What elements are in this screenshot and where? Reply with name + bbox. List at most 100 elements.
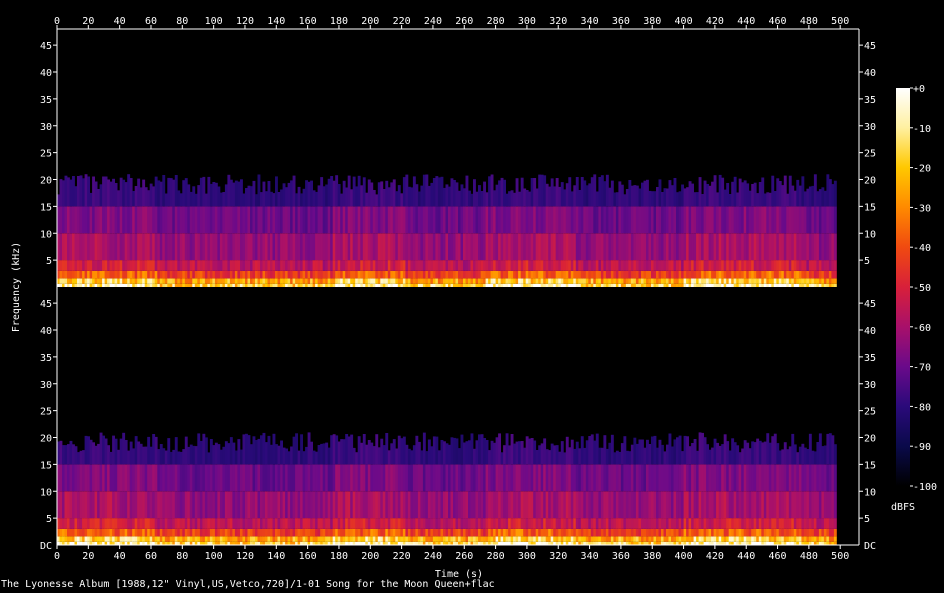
- spectrogram-cell: [450, 437, 454, 465]
- spectrogram-cell: [783, 518, 787, 529]
- spectrogram-cell: [686, 536, 689, 542]
- spectrogram-cell: [833, 206, 837, 234]
- spectrogram-cell: [773, 191, 777, 207]
- spectrogram-cell: [109, 536, 113, 542]
- spectrogram-cell: [159, 444, 163, 465]
- spectrogram-cell: [270, 191, 273, 207]
- spectrogram-cell: [548, 491, 552, 519]
- spectrogram-cell: [87, 464, 90, 492]
- spectrogram-cell: [152, 278, 156, 284]
- spectrogram-cell: [192, 528, 196, 537]
- spectrogram-cell: [661, 233, 664, 261]
- spectrogram-cell: [778, 278, 782, 284]
- spectrogram-cell: [488, 536, 491, 542]
- spectrogram-cell: [570, 206, 574, 234]
- spectrogram-cell: [134, 528, 138, 537]
- spectrogram-cell: [134, 283, 138, 287]
- spectrogram-cell: [242, 193, 246, 207]
- spectrogram-cell: [448, 444, 451, 465]
- spectrogram-cell: [387, 536, 391, 542]
- spectrogram-cell: [277, 445, 281, 465]
- spectrogram-cell: [658, 179, 662, 207]
- spectrogram-cell: [255, 440, 258, 465]
- spectrogram-cell: [828, 536, 832, 542]
- spectrogram-cell: [518, 233, 521, 261]
- spectrogram-cell: [119, 518, 123, 529]
- spectrogram-cell: [525, 283, 529, 287]
- spectrogram-cell: [255, 260, 258, 271]
- spectrogram-cell: [327, 464, 331, 492]
- spectrogram-cell: [691, 536, 694, 542]
- spectrogram-cell: [372, 283, 376, 287]
- spectrogram-cell: [224, 278, 228, 284]
- spectrogram-cell: [598, 177, 602, 207]
- x-tick-label-top: 200: [361, 16, 379, 27]
- spectrogram-cell: [676, 233, 679, 261]
- spectrogram-cell: [317, 283, 321, 287]
- spectrogram-cell: [803, 233, 807, 261]
- spectrogram-cell: [335, 233, 339, 261]
- spectrogram-cell: [127, 233, 131, 261]
- spectrogram-cell: [643, 518, 647, 529]
- spectrogram-cell: [197, 233, 201, 261]
- spectrogram-cell: [287, 283, 291, 287]
- spectrogram-cell: [706, 184, 709, 207]
- spectrogram-cell: [786, 270, 790, 279]
- spectrogram-cell: [505, 283, 509, 287]
- spectrogram-cell: [312, 283, 316, 287]
- spectrogram-cell: [798, 278, 802, 284]
- spectrogram-cell: [229, 179, 233, 207]
- spectrogram-cell: [666, 444, 669, 465]
- spectrogram-cell: [575, 536, 579, 542]
- spectrogram-cell: [94, 233, 98, 261]
- spectrogram-cell: [207, 278, 211, 284]
- spectrogram-cell: [620, 491, 624, 519]
- spectrogram-cell: [395, 206, 399, 234]
- spectrogram-cell: [648, 518, 652, 529]
- spectrogram-cell: [317, 518, 321, 529]
- spectrogram-cell: [696, 270, 699, 279]
- spectrogram-cell: [673, 518, 677, 529]
- spectrogram-cell: [277, 283, 281, 287]
- spectrogram-cell: [493, 464, 496, 492]
- spectrogram-cell: [149, 491, 153, 519]
- spectrogram-cell: [132, 191, 136, 207]
- spectrogram-cell: [109, 270, 113, 279]
- spectrogram-cell: [653, 536, 657, 542]
- spectrogram-cell: [350, 434, 354, 465]
- spectrogram-cell: [347, 233, 351, 261]
- spectrogram-cell: [555, 445, 559, 465]
- spectrogram-cell: [623, 464, 627, 492]
- spectrogram-cell: [92, 233, 95, 261]
- spectrogram-cell: [137, 464, 141, 492]
- spectrogram-cell: [691, 183, 694, 207]
- spectrogram-cell: [460, 278, 464, 284]
- spectrogram-cell: [708, 464, 712, 492]
- spectrogram-cell: [137, 536, 141, 542]
- spectrogram-cell: [367, 260, 371, 271]
- spectrogram-cell: [803, 206, 807, 234]
- spectrogram-cell: [515, 441, 519, 465]
- spectrogram-cell: [548, 270, 552, 279]
- spectrogram-cell: [646, 206, 649, 234]
- spectrogram-cell: [535, 233, 539, 261]
- spectrogram-cell: [455, 528, 459, 537]
- spectrogram-cell: [407, 206, 411, 234]
- spectrogram-cell: [217, 233, 221, 261]
- spectrogram-cell: [214, 260, 218, 271]
- spectrogram-cell: [104, 176, 108, 207]
- spectrogram-cell: [595, 206, 599, 234]
- spectrogram-cell: [114, 491, 118, 519]
- spectrogram-cell: [485, 206, 489, 234]
- spectrogram-cell: [615, 491, 619, 519]
- spectrogram-cell: [144, 233, 148, 261]
- spectrogram-cell: [781, 464, 785, 492]
- spectrogram-cell: [199, 440, 203, 465]
- spectrogram-cell: [247, 260, 251, 271]
- spectrogram-cell: [555, 278, 559, 284]
- spectrogram-cell: [99, 184, 103, 207]
- spectrogram-cell: [833, 260, 837, 271]
- spectrogram-cell: [72, 233, 75, 261]
- spectrogram-cell: [661, 192, 664, 207]
- spectrogram-cell: [427, 491, 431, 519]
